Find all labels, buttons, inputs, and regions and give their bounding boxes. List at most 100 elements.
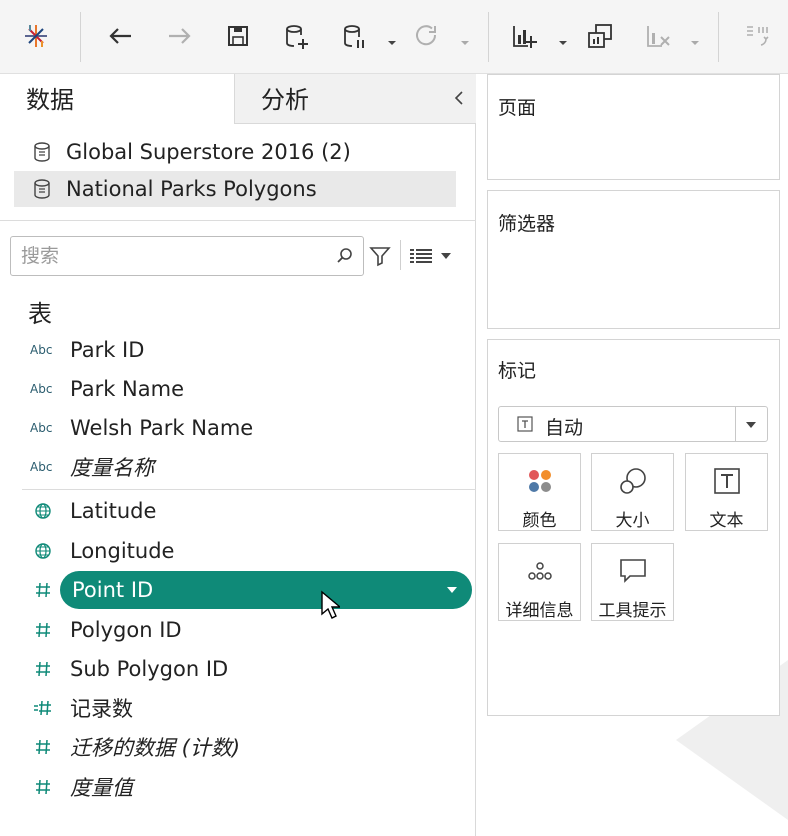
tab-analytics[interactable]: 分析: [234, 74, 476, 124]
field-name: Park ID: [70, 338, 145, 362]
datasource-icon: [34, 142, 50, 162]
field-item[interactable]: Longitude: [0, 532, 476, 570]
hash-icon: [36, 582, 50, 598]
mark-type-select[interactable]: 自动: [498, 406, 768, 442]
chevron-down-icon[interactable]: [387, 32, 397, 45]
detail-button[interactable]: 详细信息: [498, 543, 581, 621]
tableau-logo-icon[interactable]: [18, 18, 54, 54]
color-label: 颜色: [522, 511, 557, 531]
pause-updates-icon[interactable]: [336, 18, 372, 54]
divider: [0, 220, 476, 221]
field-name: Longitude: [70, 539, 175, 563]
undo-icon[interactable]: [102, 18, 138, 54]
filter-icon[interactable]: [368, 244, 392, 268]
filters-title: 筛选器: [498, 213, 556, 235]
chevron-down-icon[interactable]: [745, 421, 757, 429]
field-item[interactable]: Abc Welsh Park Name: [0, 409, 476, 447]
size-label: 大小: [615, 511, 650, 531]
text-mark-icon: [517, 416, 533, 432]
tab-data[interactable]: 数据: [0, 74, 234, 124]
size-icon: [619, 468, 646, 494]
datasource-name: National Parks Polygons: [66, 177, 317, 201]
new-datasource-icon[interactable]: [278, 18, 314, 54]
field-name: Latitude: [70, 499, 157, 523]
toolbar-separator: [488, 12, 489, 62]
detail-icon: [527, 562, 552, 580]
search-box: [10, 236, 364, 276]
duplicate-sheet-icon[interactable]: [582, 18, 618, 54]
new-worksheet-icon[interactable]: [506, 18, 542, 54]
field-item[interactable]: Abc 度量名称: [0, 448, 476, 486]
redo-icon[interactable]: [162, 18, 198, 54]
field-item[interactable]: 度量值: [0, 768, 476, 806]
hash-icon: [36, 622, 50, 638]
datasource-item[interactable]: Global Superstore 2016 (2): [14, 134, 456, 170]
selected-field-pill[interactable]: Point ID: [60, 571, 472, 609]
field-name: 度量值: [70, 776, 133, 800]
string-type-icon: Abc: [30, 343, 53, 357]
field-item[interactable]: Abc Park ID: [0, 331, 476, 369]
chevron-down-icon[interactable]: [558, 32, 568, 45]
detail-label: 详细信息: [505, 601, 574, 621]
field-item[interactable]: 记录数: [0, 689, 476, 727]
divider: [735, 407, 736, 441]
color-button[interactable]: 颜色: [498, 453, 581, 531]
hash-icon: [36, 661, 50, 677]
pages-shelf[interactable]: 页面: [487, 74, 780, 180]
marks-card: 标记 自动 颜色 大小 文本 详细信息 工具提示: [487, 339, 780, 716]
field-item[interactable]: Latitude: [0, 492, 476, 530]
data-pane: 数据 分析 Global Superstore 2016 (2) Nationa…: [0, 74, 476, 836]
tables-heading: 表: [28, 300, 52, 328]
marks-title: 标记: [498, 360, 537, 382]
search-input[interactable]: [21, 242, 321, 270]
field-name: 记录数: [70, 697, 133, 721]
text-button[interactable]: 文本: [685, 453, 768, 531]
string-type-icon: Abc: [30, 421, 53, 435]
field-item[interactable]: Abc Park Name: [0, 370, 476, 408]
size-button[interactable]: 大小: [591, 453, 674, 531]
app-window: 数据 分析 Global Superstore 2016 (2) Nationa…: [0, 0, 788, 836]
mark-type-value: 自动: [545, 417, 584, 439]
clear-sheet-icon[interactable]: [640, 18, 676, 54]
collapse-pane-icon[interactable]: [452, 88, 466, 108]
pane-tabs: 数据 分析: [0, 74, 476, 124]
field-name: Point ID: [72, 578, 154, 602]
chevron-down-icon[interactable]: [460, 32, 470, 45]
datasource-name: Global Superstore 2016 (2): [66, 140, 351, 164]
chevron-down-icon[interactable]: [440, 252, 452, 260]
tooltip-label: 工具提示: [598, 601, 667, 621]
datasource-item-selected[interactable]: National Parks Polygons: [14, 171, 456, 207]
mouse-cursor-icon: [321, 590, 340, 619]
refresh-icon[interactable]: [408, 18, 444, 54]
field-name: Sub Polygon ID: [70, 657, 229, 681]
field-name: Welsh Park Name: [70, 416, 254, 440]
tooltip-icon: [619, 559, 646, 583]
field-item[interactable]: Polygon ID: [0, 611, 476, 649]
swap-icon[interactable]: [738, 18, 774, 54]
text-label: 文本: [709, 511, 744, 531]
datasource-icon: [34, 179, 50, 199]
toolbar-separator: [718, 12, 719, 62]
field-name: 迁移的数据 (计数): [70, 736, 241, 760]
toolbar: [0, 0, 788, 74]
globe-icon: [35, 503, 51, 519]
toolbar-separator: [80, 12, 81, 62]
calc-hash-icon: [34, 700, 51, 716]
string-type-icon: Abc: [30, 382, 53, 396]
search-icon[interactable]: [335, 246, 355, 266]
save-icon[interactable]: [220, 18, 256, 54]
filters-shelf[interactable]: 筛选器: [487, 190, 780, 329]
view-list-icon[interactable]: [410, 248, 432, 264]
divider: [22, 489, 476, 490]
field-item[interactable]: 迁移的数据 (计数): [0, 728, 476, 766]
tooltip-button[interactable]: 工具提示: [591, 543, 674, 621]
globe-icon: [35, 543, 51, 559]
pages-title: 页面: [498, 97, 537, 119]
field-name: Polygon ID: [70, 618, 182, 642]
hash-icon: [36, 779, 50, 795]
chevron-down-icon[interactable]: [446, 586, 458, 594]
field-item[interactable]: Sub Polygon ID: [0, 650, 476, 688]
field-name: 度量名称: [70, 456, 154, 480]
chevron-down-icon[interactable]: [690, 32, 700, 45]
divider: [400, 240, 401, 270]
